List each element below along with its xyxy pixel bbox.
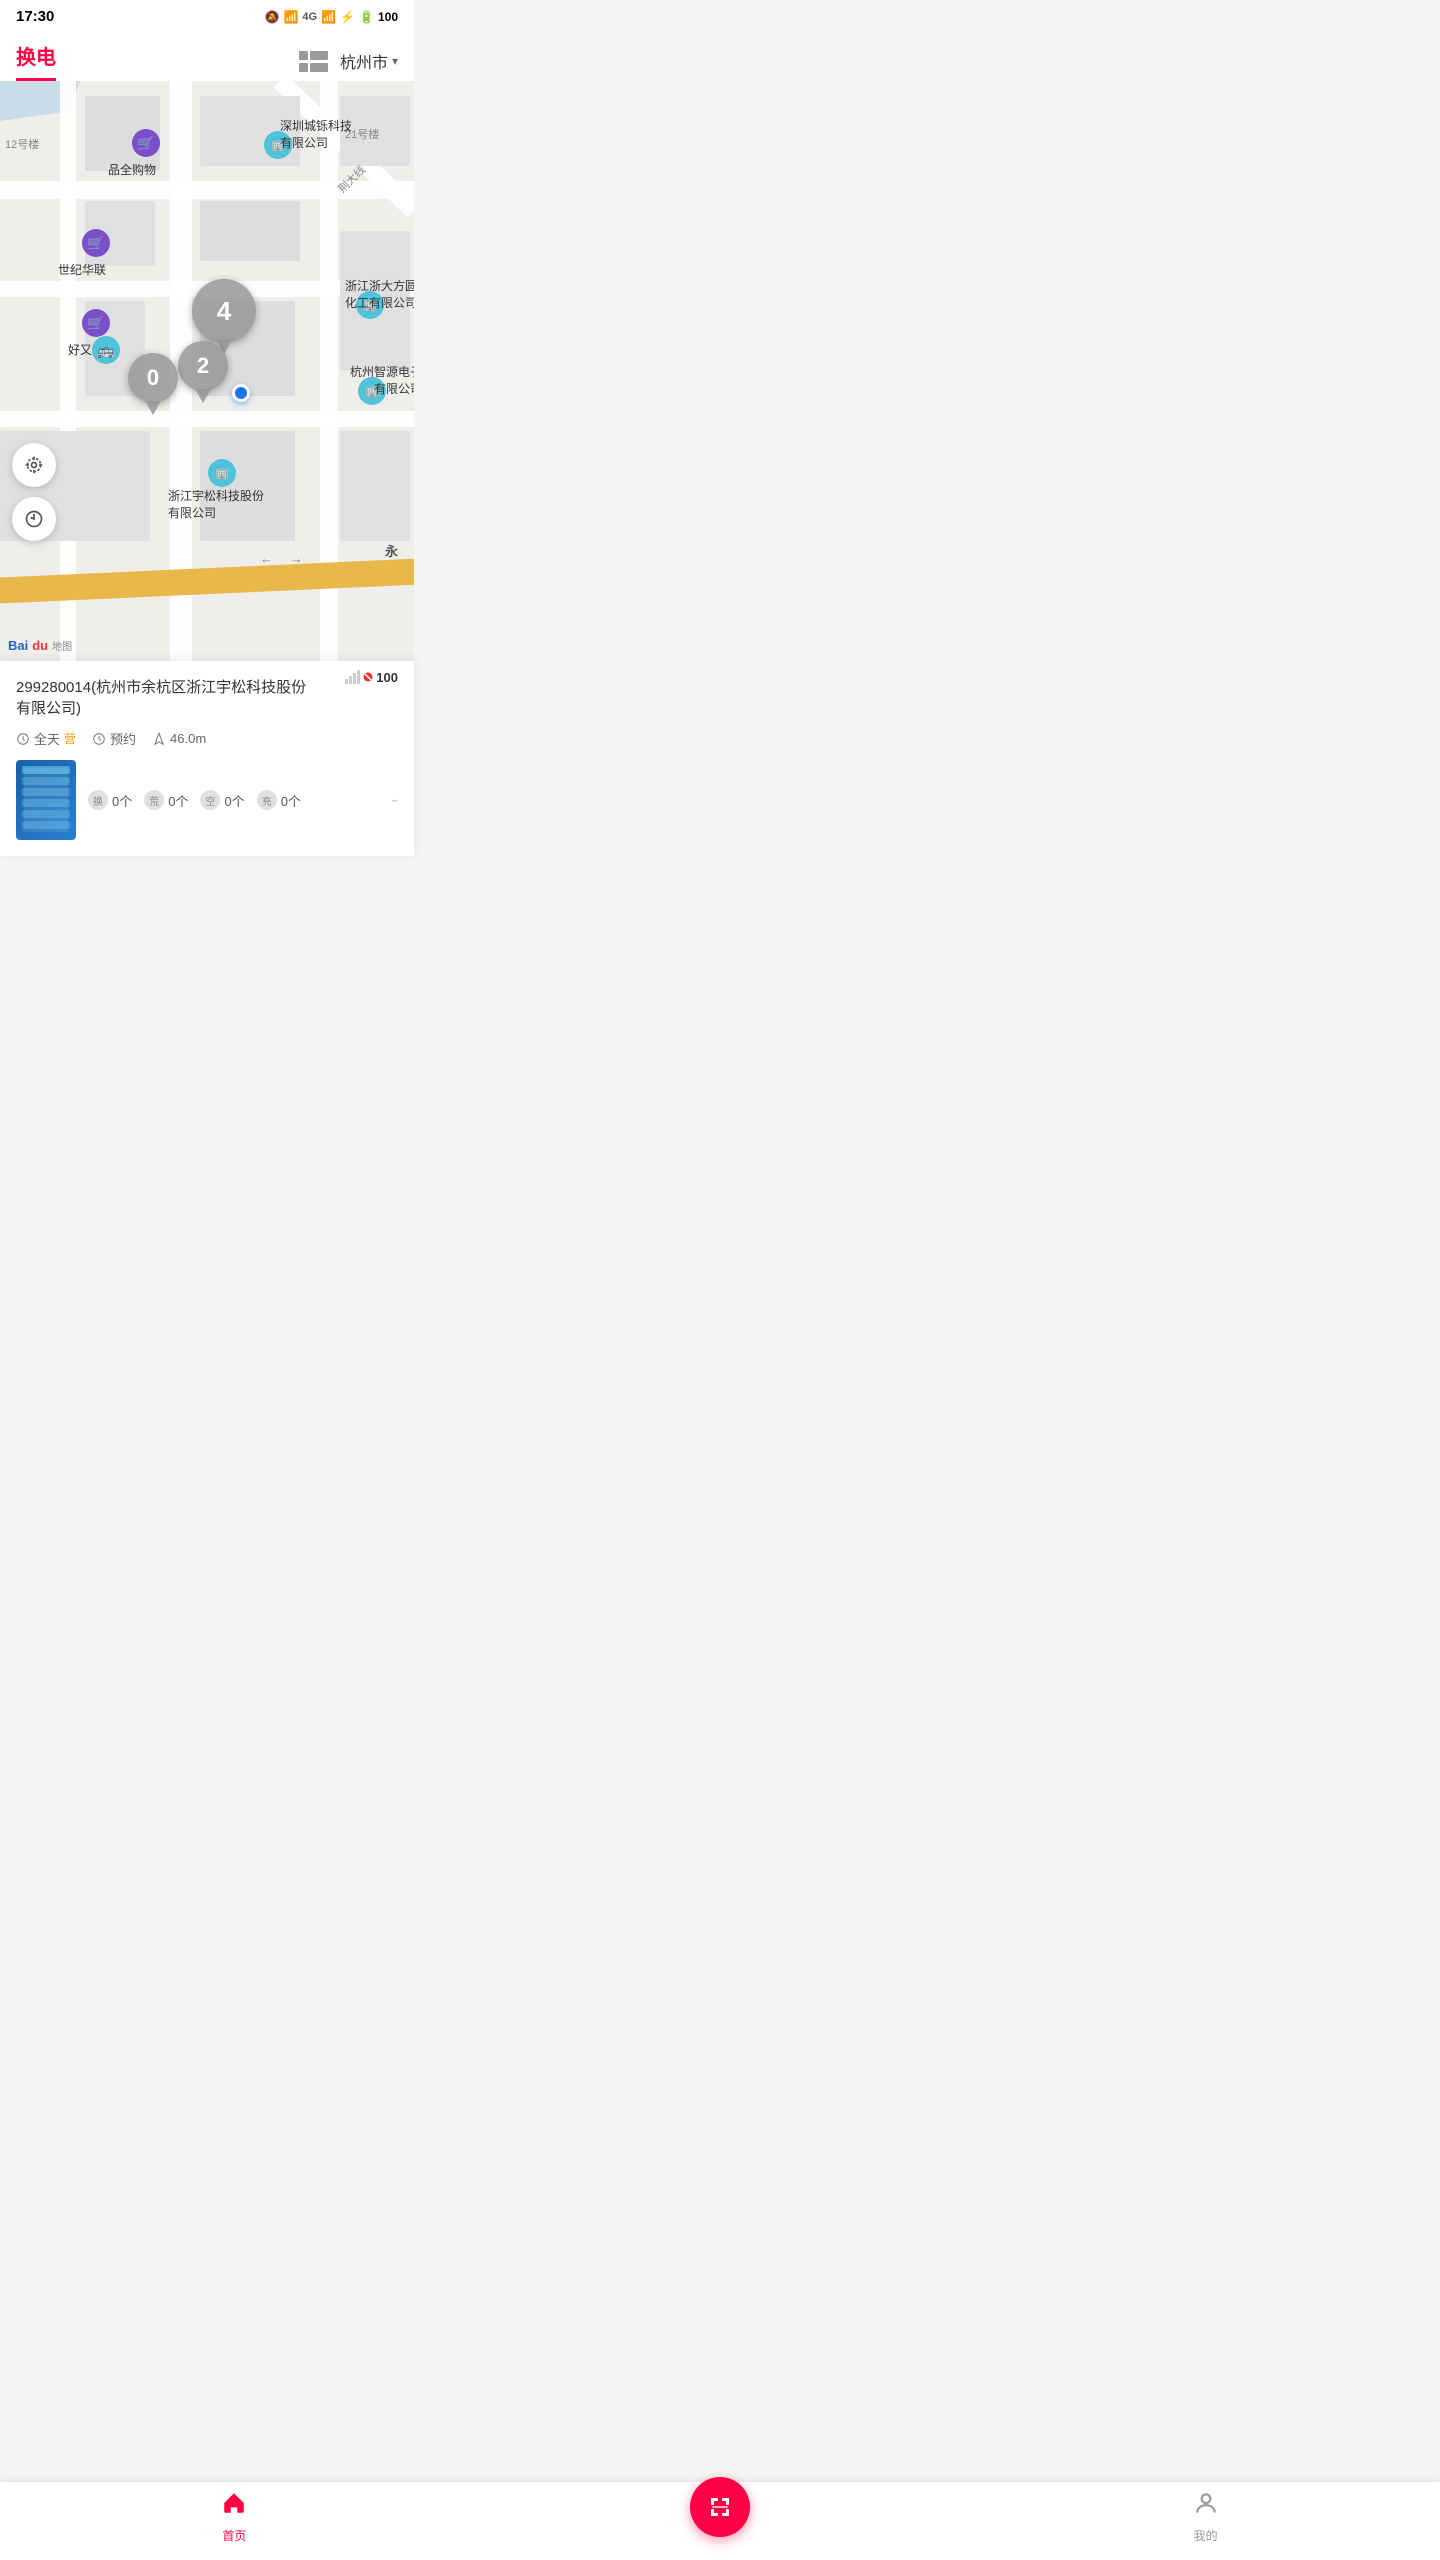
status-bar: 17:30 🔕 📶 4G 📶 ⚡ 🔋 100: [0, 0, 414, 33]
building-12-label: 12号楼: [5, 136, 39, 152]
history-button[interactable]: [12, 497, 56, 541]
bottom-nav: 首页 我的: [0, 2482, 1440, 2560]
station-body: 换 0个 荒 0个 空 0个 充 0个 -: [16, 760, 398, 840]
slot-item-2: 荒 0个: [144, 790, 188, 810]
slot-count-2: 0个: [168, 791, 188, 810]
slot-item-3: 空 0个: [200, 790, 244, 810]
top-nav: 换电 杭州市 ▾: [0, 33, 414, 81]
cluster-count-0: 0: [128, 353, 178, 403]
reservation-label: 预约: [110, 729, 136, 748]
slot-count-1: 0个: [112, 791, 132, 810]
signal-bars-icon: 📶: [321, 10, 336, 24]
slot-icon-4: 充: [257, 790, 277, 810]
distance-value: 46.0m: [170, 731, 206, 746]
hours-info: 全天 营: [16, 729, 76, 748]
grid-layout-button[interactable]: [299, 51, 328, 72]
reservation-info: 预约: [92, 729, 136, 748]
bell-icon: 🔕: [265, 10, 280, 24]
cyan-label-yusong: 浙江宇松科技股份有限公司: [168, 487, 264, 521]
cluster-count-2: 2: [178, 341, 228, 391]
user-location-dot: [232, 384, 250, 402]
city-name: 杭州市: [340, 49, 388, 73]
poi-pin-haoyouduo[interactable]: 🛒: [82, 309, 110, 337]
cluster-pin-0[interactable]: 0: [128, 353, 178, 403]
distance-info: 46.0m: [152, 731, 206, 746]
hours-label: 全天: [34, 729, 60, 748]
cyan-pin-yusong[interactable]: 🏢: [208, 459, 236, 487]
slot-item-4: 充 0个: [257, 790, 301, 810]
nav-home-label: 首页: [222, 2527, 246, 2544]
status-icons: 🔕 📶 4G 📶 ⚡ 🔋 100: [265, 10, 398, 24]
road-arrow-right: →: [290, 551, 303, 566]
map-controls: [12, 443, 56, 541]
cluster-pin-2[interactable]: 2: [178, 341, 228, 391]
chevron-down-icon: ▾: [392, 54, 398, 68]
huan-dian-tab[interactable]: 换电: [16, 41, 56, 81]
nav-profile-label: 我的: [1194, 2527, 1218, 2544]
poi-pin-shiji[interactable]: 🛒: [82, 229, 110, 257]
bus-stop-marker[interactable]: 🚌: [92, 336, 120, 364]
cluster-pin-4[interactable]: 4: [192, 279, 256, 343]
profile-icon: [1193, 2490, 1219, 2523]
scan-button[interactable]: [690, 2477, 750, 2537]
battery-percent: 100: [378, 10, 398, 24]
info-card: 299280014(杭州市余杭区浙江宇松科技股份有限公司) 100 全天 营 预…: [0, 661, 414, 856]
road-arrow-left: ←: [260, 551, 273, 566]
location-button[interactable]: [12, 443, 56, 487]
poi-pin-pinquan[interactable]: 🛒: [132, 129, 160, 157]
wifi-icon: 📶: [283, 10, 298, 24]
slot-icon-2: 荒: [144, 790, 164, 810]
slot-icon-3: 空: [200, 790, 220, 810]
signal-4g-icon: 4G: [302, 11, 317, 23]
signal-value: 100: [376, 670, 398, 685]
dash-separator: -: [391, 789, 398, 812]
charging-icon: ⚡: [340, 10, 355, 24]
station-id: 299280014(杭州市余杭区浙江宇松科技股份有限公司): [16, 677, 316, 719]
poi-label-shiji: 世纪华联: [58, 261, 106, 278]
cyan-label-zhejiang1: 浙江浙大方圆化工有限公司: [345, 277, 414, 311]
slots-grid: 换 0个 荒 0个 空 0个 充 0个: [88, 790, 375, 810]
slot-count-3: 0个: [224, 791, 244, 810]
status-time: 17:30: [16, 8, 54, 25]
map-container[interactable]: 荆大线 3号楼 12号楼 21号楼 永 ← → 🛒 品全购物 🛒 世纪华联 🛒 …: [0, 81, 414, 661]
station-image: [16, 760, 76, 840]
city-selector[interactable]: 杭州市 ▾: [340, 49, 398, 73]
nav-right: 杭州市 ▾: [299, 49, 398, 73]
baidu-logo: Baidu 地图: [8, 638, 72, 653]
营业-icon: 营: [64, 730, 76, 747]
cluster-count-4: 4: [192, 279, 256, 343]
poi-label-pinquan: 品全购物: [108, 161, 156, 178]
cyan-label-shenzhen: 深圳城铄科技有限公司: [280, 117, 352, 151]
station-info-row: 全天 营 预约 46.0m: [16, 729, 398, 748]
cyan-label-zhejiang2: 杭州智源电子有限公司: [350, 363, 414, 397]
slot-count-4: 0个: [281, 791, 301, 810]
slot-item-1: 换 0个: [88, 790, 132, 810]
slot-icon-1: 换: [88, 790, 108, 810]
nav-home[interactable]: 首页: [221, 2490, 247, 2544]
yong-label: 永: [385, 541, 398, 560]
signal-indicator: 100: [344, 669, 398, 685]
battery-icon: 🔋: [359, 10, 374, 24]
home-icon: [221, 2490, 247, 2523]
nav-profile[interactable]: 我的: [1193, 2490, 1219, 2544]
